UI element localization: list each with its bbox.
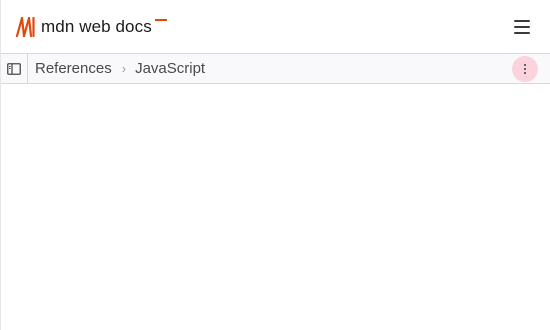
sidebar-toggle-button[interactable]	[1, 54, 28, 83]
logo-cursor-mark	[154, 18, 167, 21]
more-vertical-icon-dot	[524, 67, 526, 70]
breadcrumb-item-references[interactable]: References	[35, 60, 112, 77]
breadcrumb-bar: References › JavaScript	[1, 54, 550, 84]
sidebar-toggle-icon	[7, 62, 21, 75]
more-options-button[interactable]	[512, 55, 538, 82]
breadcrumb-separator-icon: ›	[121, 61, 127, 76]
page: mdn web docs References › JavaScript	[0, 0, 550, 330]
logo-text: mdn web docs	[41, 16, 152, 36]
breadcrumb: References › JavaScript	[28, 60, 205, 77]
more-vertical-icon-dot	[524, 71, 526, 74]
mdn-logo-icon	[15, 16, 35, 37]
top-header: mdn web docs	[1, 0, 550, 54]
hamburger-menu-icon-bar	[514, 25, 530, 28]
hamburger-menu-icon-bar	[514, 19, 530, 22]
hamburger-menu-icon-bar	[514, 31, 530, 34]
home-logo-link[interactable]: mdn web docs	[15, 16, 167, 37]
more-vertical-icon-dot	[524, 63, 526, 66]
breadcrumb-item-javascript[interactable]: JavaScript	[135, 60, 205, 77]
hamburger-menu-button[interactable]	[512, 19, 532, 35]
